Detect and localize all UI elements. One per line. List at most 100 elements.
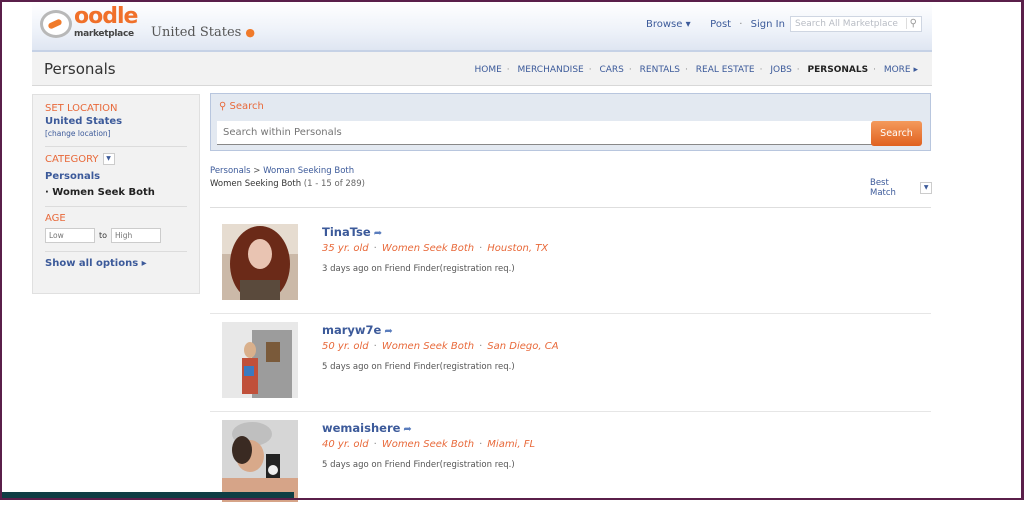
current-location[interactable]: United States ● bbox=[151, 25, 255, 40]
listing-posted: 3 days ago on Friend Finder(registration… bbox=[322, 264, 515, 274]
separator-dot: · bbox=[479, 243, 483, 254]
listing-item: maryw7e ➦ 50 yr. old · Women Seek Both · San … bbox=[210, 313, 931, 412]
listing-location: Houston, TX bbox=[487, 243, 549, 254]
top-links: Browse ▾ Post · Sign In bbox=[646, 19, 785, 30]
listing-name-text: wemaishere bbox=[322, 421, 401, 435]
logo-word: oodle bbox=[74, 4, 138, 29]
age-heading: AGE bbox=[45, 213, 66, 224]
breadcrumb-separator: > bbox=[250, 166, 264, 176]
nav-links: HOME · MERCHANDISE · CARS · RENTALS · REAL E… bbox=[474, 65, 918, 75]
breadcrumb-woman-seeking-both[interactable]: Woman Seeking Both bbox=[263, 166, 354, 176]
listing-posted: 5 days ago on Friend Finder(registration… bbox=[322, 460, 515, 470]
separator-dot: · bbox=[479, 439, 483, 450]
separator-dot: · bbox=[373, 439, 377, 450]
location-text: United States bbox=[151, 25, 242, 40]
separator-dot: · bbox=[506, 65, 510, 75]
global-search-placeholder: Search All Marketplace bbox=[795, 19, 898, 29]
listing-location: San Diego, CA bbox=[487, 341, 559, 352]
listing-name-text: maryw7e bbox=[322, 323, 382, 337]
search-button[interactable]: Search bbox=[871, 121, 922, 146]
separator-dot: · bbox=[685, 65, 688, 75]
nav-rentals[interactable]: RENTALS bbox=[640, 65, 680, 75]
result-count: Women Seeking Both (1 - 15 of 289) bbox=[210, 179, 365, 189]
chevron-down-icon[interactable]: ▼ bbox=[920, 182, 932, 194]
profile-photo-image bbox=[222, 224, 298, 300]
listing-category: Women Seek Both bbox=[381, 243, 475, 254]
separator-dot bbox=[699, 19, 702, 30]
chevron-down-icon[interactable]: ▼ bbox=[102, 153, 115, 165]
category-navbar: Personals HOME · MERCHANDISE · CARS · RENTA… bbox=[32, 52, 932, 86]
category-personals-link[interactable]: Personals bbox=[45, 171, 187, 182]
location-pin-icon: ● bbox=[245, 26, 255, 39]
show-all-options-link[interactable]: Show all options ▸ bbox=[45, 258, 187, 269]
listing-name[interactable]: TinaTse ➦ bbox=[322, 225, 382, 239]
sort-label: Best Match bbox=[870, 178, 896, 198]
divider bbox=[45, 206, 187, 207]
subcategory-women-seek-both[interactable]: · Women Seek Both bbox=[45, 187, 187, 198]
post-link[interactable]: Post bbox=[710, 19, 731, 30]
listing-posted: 5 days ago on Friend Finder(registration… bbox=[322, 362, 515, 372]
separator-dot: · bbox=[373, 341, 377, 352]
separator-dot: · bbox=[373, 243, 377, 254]
listing-item: TinaTse ➦ 35 yr. old · Women Seek Both · Hous… bbox=[210, 215, 931, 314]
listing-name[interactable]: wemaishere ➦ bbox=[322, 421, 412, 435]
external-link-icon[interactable]: ➦ bbox=[403, 424, 411, 435]
listing-meta: 35 yr. old · Women Seek Both · Houston, TX bbox=[322, 243, 548, 254]
oodle-logo[interactable]: oodle marketplace bbox=[40, 4, 138, 46]
nav-jobs[interactable]: JOBS bbox=[770, 65, 791, 75]
change-location-link[interactable]: [change location] bbox=[45, 129, 187, 138]
taskbar-strip bbox=[2, 492, 294, 498]
separator-dot: · bbox=[796, 65, 800, 75]
page-title: Personals bbox=[44, 60, 116, 78]
search-panel: ⚲ Search Search bbox=[210, 93, 931, 151]
breadcrumb: Personals > Woman Seeking Both bbox=[210, 166, 354, 176]
age-low-input[interactable] bbox=[45, 228, 95, 243]
logo-subtitle: marketplace bbox=[74, 29, 134, 39]
breadcrumb-personals[interactable]: Personals bbox=[210, 166, 251, 176]
location-value: United States bbox=[45, 116, 123, 127]
listing-name-text: TinaTse bbox=[322, 225, 371, 239]
nav-merchandise[interactable]: MERCHANDISE bbox=[518, 65, 584, 75]
browse-menu[interactable]: Browse ▾ bbox=[646, 19, 691, 30]
separator-dot: · bbox=[739, 19, 743, 30]
profile-photo[interactable] bbox=[222, 322, 298, 398]
age-range: to bbox=[45, 228, 187, 243]
listing-meta: 50 yr. old · Women Seek Both · San Diego, CA bbox=[322, 341, 559, 352]
category-heading-text: CATEGORY bbox=[45, 154, 99, 165]
separator-dot: · bbox=[759, 65, 763, 75]
listing-category: Women Seek Both bbox=[381, 341, 475, 352]
age-high-input[interactable] bbox=[111, 228, 162, 243]
category-heading: CATEGORY ▼ bbox=[45, 153, 187, 165]
separator-dot: · bbox=[588, 65, 592, 75]
results-divider bbox=[210, 207, 931, 208]
magnifier-icon[interactable]: ⚲ bbox=[905, 18, 917, 29]
filter-sidebar: SET LOCATION United States [change locat… bbox=[32, 94, 200, 294]
separator-dot: · bbox=[628, 65, 632, 75]
search-within-input[interactable] bbox=[217, 121, 872, 145]
nav-cars[interactable]: CARS bbox=[599, 65, 623, 75]
sign-in-link[interactable]: Sign In bbox=[751, 19, 785, 30]
listing-age: 40 yr. old bbox=[322, 439, 369, 450]
external-link-icon[interactable]: ➦ bbox=[374, 228, 382, 239]
divider bbox=[45, 146, 187, 147]
results-range: (1 - 15 of 289) bbox=[301, 179, 365, 189]
nav-home[interactable]: HOME bbox=[474, 65, 501, 75]
search-panel-label: ⚲ Search bbox=[219, 101, 264, 112]
profile-photo-image bbox=[222, 322, 298, 398]
listing-age: 35 yr. old bbox=[322, 243, 369, 254]
profile-photo[interactable] bbox=[222, 224, 298, 300]
top-header: oodle marketplace United States ● Browse … bbox=[32, 2, 932, 52]
nav-real-estate[interactable]: REAL ESTATE bbox=[696, 65, 755, 75]
handshake-bubble-icon bbox=[40, 10, 72, 38]
nav-personals[interactable]: PERSONALS bbox=[808, 65, 869, 75]
global-search-input[interactable]: Search All Marketplace ⚲ bbox=[790, 16, 922, 32]
search-label-text: Search bbox=[229, 101, 264, 112]
results-title: Women Seeking Both bbox=[210, 179, 302, 189]
nav-more[interactable]: MORE ▸ bbox=[884, 65, 918, 75]
set-location-heading: SET LOCATION bbox=[45, 103, 118, 114]
listing-name[interactable]: maryw7e ➦ bbox=[322, 323, 393, 337]
external-link-icon[interactable]: ➦ bbox=[384, 326, 392, 337]
profile-photo-image bbox=[222, 420, 298, 502]
sort-dropdown[interactable]: Best Match ▼ bbox=[870, 178, 932, 198]
profile-photo[interactable] bbox=[222, 420, 298, 502]
